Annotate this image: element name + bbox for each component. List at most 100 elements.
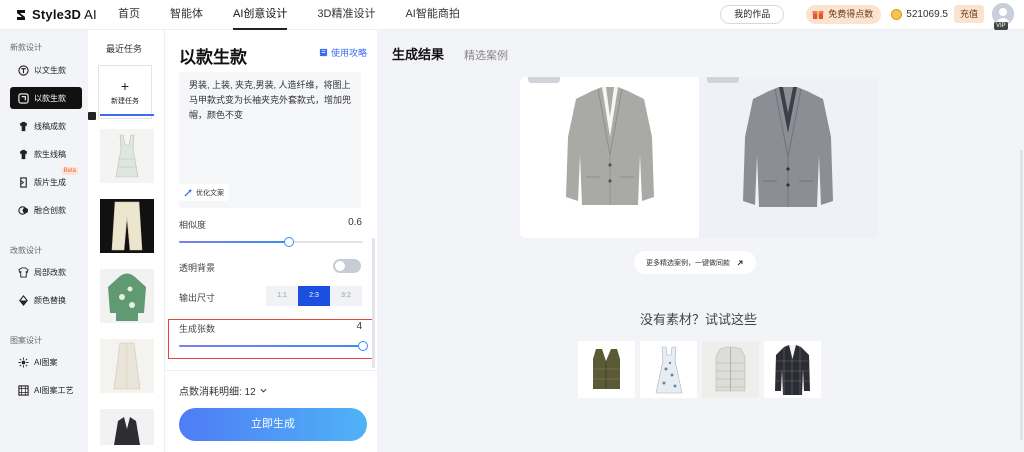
task-thumbnail[interactable] [100, 339, 154, 393]
points-cost-detail[interactable]: 点数消耗明细: 12 [179, 383, 267, 398]
output-size-selector: 1:1 2:3 3:2 [266, 286, 362, 306]
ai-pattern-icon [18, 356, 29, 368]
account-area: 我的作品 免费得点数 521069.5 充值 VIP [720, 3, 1014, 30]
transparent-bg-toggle[interactable] [333, 259, 361, 273]
new-task-underline [100, 114, 154, 116]
my-works-button[interactable]: 我的作品 [720, 4, 785, 24]
sidebar-item-pattern-piece[interactable]: 版片生成 Beta [10, 167, 82, 193]
slider-thumb[interactable] [284, 237, 295, 247]
size-option-2-3[interactable]: 2:3 [298, 286, 330, 306]
hoodie-thumbnail-image [100, 269, 154, 323]
recent-tasks-panel: 最近任务 + 新建任务 [88, 30, 164, 452]
olive-vest-image [593, 349, 620, 389]
similarity-slider[interactable] [179, 237, 363, 247]
arrow-up-right-icon [737, 260, 743, 265]
style-to-style-icon [18, 92, 29, 104]
form-scrollbar[interactable] [372, 238, 375, 368]
coin-icon [891, 8, 903, 20]
tool-sidebar: 新款设计 以文生款 以款生款 线稿成款 款生线稿 版片生成 Beta 融合创款 … [0, 30, 88, 452]
free-points-button[interactable]: 免费得点数 [806, 4, 882, 24]
brand-logo[interactable]: Style3D AI [14, 7, 118, 22]
grey-blazer-image [566, 87, 654, 205]
fusion-icon [18, 205, 29, 215]
more-cases-button[interactable]: 更多精选案例，一键做同款 [634, 251, 756, 274]
generate-now-button[interactable]: 立即生成 [179, 408, 367, 441]
sidebar-item-text-to-style[interactable]: 以文生款 [10, 59, 82, 81]
sample-item[interactable] [640, 341, 697, 398]
page-title: 以款生款 [179, 48, 247, 67]
output-size-label: 输出尺寸 [179, 293, 216, 303]
result-image[interactable] [699, 77, 878, 238]
main-scrollbar[interactable] [1020, 150, 1023, 440]
result-image[interactable] [520, 77, 699, 238]
recharge-button[interactable]: 充值 [953, 5, 984, 23]
divider [165, 370, 378, 371]
nav-ai-creative-design[interactable]: AI创意设计 [233, 0, 288, 30]
recent-tasks-title: 最近任务 [106, 44, 143, 54]
gift-icon [812, 11, 824, 19]
size-option-1-1[interactable]: 1:1 [266, 286, 298, 306]
main-nav: 首页 智能体 AI创意设计 3D精准设计 AI智能商拍 [118, 0, 490, 30]
sidebar-item-label: 款生线稿 [34, 149, 66, 159]
local-edit-icon [18, 266, 29, 278]
task-thumbnail[interactable] [100, 409, 154, 445]
slider-fill [179, 241, 290, 243]
group-restyle: 改款设计 [10, 246, 42, 255]
sketch-to-style-icon [19, 121, 28, 131]
sidebar-item-fusion[interactable]: 融合创款 [10, 199, 82, 221]
tab-generate-result[interactable]: 生成结果 [392, 44, 444, 63]
points-balance: 521069.5 [906, 8, 948, 20]
tweed-jacket-thumbnail-image [100, 409, 154, 445]
nav-ai-product-shoot[interactable]: AI智能商拍 [405, 0, 459, 30]
new-task-button[interactable]: + 新建任务 [98, 65, 152, 119]
result-card [520, 77, 878, 238]
sample-item[interactable] [764, 341, 821, 398]
sidebar-item-style-to-style[interactable]: 以款生款 [10, 87, 82, 109]
group-new-design: 新款设计 [10, 43, 42, 52]
image-count-slider[interactable] [179, 341, 368, 351]
result-area: 生成结果 精选案例 更多精选案例，一键做同款 没有素材？试试这些 [378, 30, 1024, 452]
optimize-prompt-label: 优化文案 [196, 189, 224, 197]
image-count-value: 4 [356, 321, 362, 332]
new-task-label: 新建任务 [111, 97, 139, 105]
sidebar-item-label: 融合创款 [34, 205, 66, 215]
task-thumbnail[interactable] [100, 199, 154, 253]
result-tabs: 生成结果 精选案例 [392, 44, 508, 63]
optimize-prompt-button[interactable]: 优化文案 [179, 184, 229, 201]
plaid-coat-image [775, 345, 810, 395]
points-cost-label: 点数消耗明细: 12 [179, 387, 256, 398]
sidebar-item-color-replace[interactable]: 颜色替换 [10, 289, 82, 311]
sidebar-item-style-to-sketch[interactable]: 款生线稿 [10, 143, 82, 165]
task-thumbnail[interactable] [100, 129, 154, 183]
result-tag [707, 77, 739, 83]
sample-item[interactable] [702, 341, 759, 398]
toggle-knob [335, 261, 345, 271]
sidebar-item-ai-pattern-craft[interactable]: AI图案工艺 [10, 379, 82, 401]
task-selected-marker [88, 112, 96, 120]
free-points-label: 免费得点数 [828, 8, 874, 19]
sidebar-item-local-edit[interactable]: 局部改款 [10, 261, 82, 283]
sidebar-item-label: 以文生款 [34, 65, 66, 75]
sample-item[interactable] [578, 341, 635, 398]
sidebar-item-ai-pattern[interactable]: AI图案 [10, 351, 82, 373]
style-to-style-form: 以款生款 使用攻略 男装, 上装, 夹克,男装, 人造纤维，将图上马甲款式变为长… [164, 30, 378, 452]
trousers-thumbnail-image [100, 199, 154, 253]
color-replace-icon [19, 294, 28, 306]
slider-thumb[interactable] [358, 341, 368, 351]
nav-home[interactable]: 首页 [118, 0, 140, 30]
avatar[interactable]: VIP [992, 3, 1014, 30]
sidebar-item-label: 线稿成款 [34, 121, 66, 131]
plus-icon: + [120, 77, 130, 94]
usage-guide-label: 使用攻略 [331, 48, 368, 58]
sidebar-item-label: 局部改款 [34, 267, 66, 277]
dress-thumbnail-image [100, 129, 154, 183]
tab-featured-cases[interactable]: 精选案例 [464, 47, 508, 63]
transparent-bg-label: 透明背景 [179, 263, 216, 273]
nav-agent[interactable]: 智能体 [170, 0, 203, 30]
size-option-3-2[interactable]: 3:2 [330, 286, 362, 306]
usage-guide-link[interactable]: 使用攻略 [319, 46, 367, 59]
nav-3d-precise-design[interactable]: 3D精准设计 [317, 0, 375, 30]
sidebar-item-sketch-to-style[interactable]: 线稿成款 [10, 115, 82, 137]
task-thumbnail[interactable] [100, 269, 154, 323]
sidebar-item-label: 以款生款 [34, 93, 66, 103]
